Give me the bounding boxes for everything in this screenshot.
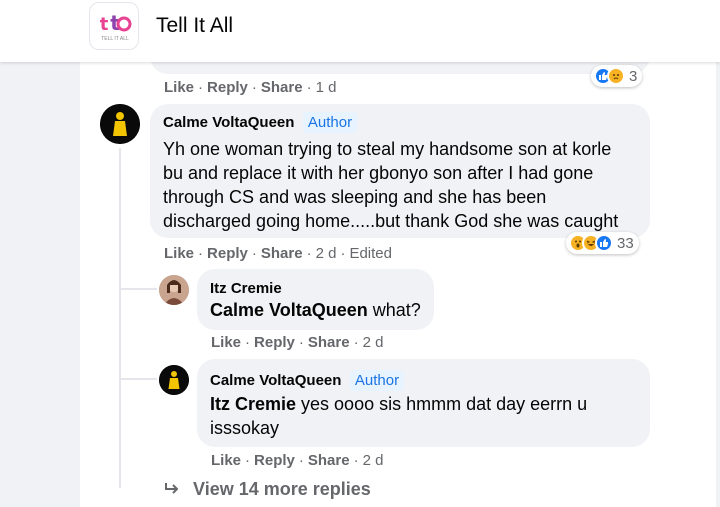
reply-link[interactable]: Reply bbox=[207, 245, 248, 262]
comment-author[interactable]: Calme VoltaQueen bbox=[163, 114, 294, 131]
reply-connector bbox=[119, 378, 157, 380]
mention-link[interactable]: Itz Cremie bbox=[210, 394, 296, 414]
mention-link[interactable]: Calme VoltaQueen bbox=[210, 300, 368, 320]
reply-link[interactable]: Reply bbox=[254, 452, 295, 469]
reply-author[interactable]: Itz Cremie bbox=[210, 280, 282, 297]
share-link[interactable]: Share bbox=[308, 452, 350, 469]
like-link[interactable]: Like bbox=[211, 334, 241, 351]
svg-text:t: t bbox=[100, 14, 109, 35]
reply-link[interactable]: Reply bbox=[207, 79, 248, 96]
comment-actions: Like · Reply · Share · 2 d · Edited bbox=[164, 245, 392, 262]
avatar[interactable] bbox=[100, 104, 140, 144]
reply-bubble: Calme VoltaQueen Author Itz Cremie yes o… bbox=[197, 359, 650, 447]
page-logo[interactable]: t t TELL IT ALL bbox=[89, 2, 139, 50]
reply-actions: Like · Reply · Share · 2 d bbox=[211, 452, 384, 469]
like-icon bbox=[595, 234, 613, 252]
reply-link[interactable]: Reply bbox=[254, 334, 295, 351]
author-badge: Author bbox=[349, 370, 405, 391]
author-badge: Author bbox=[302, 112, 358, 133]
like-link[interactable]: Like bbox=[164, 245, 194, 262]
reply-text: Itz Cremie yes oooo sis hmmm dat day eer… bbox=[210, 394, 588, 438]
timestamp[interactable]: 2 d bbox=[316, 245, 337, 262]
share-link[interactable]: Share bbox=[261, 79, 303, 96]
timestamp[interactable]: 2 d bbox=[363, 452, 384, 469]
share-link[interactable]: Share bbox=[308, 334, 350, 351]
reply-bubble: Itz Cremie Calme VoltaQueen what? bbox=[197, 269, 434, 330]
reaction-summary[interactable]: 3 bbox=[591, 65, 643, 87]
comment-text: Yh one woman trying to steal my handsome… bbox=[163, 139, 619, 231]
view-more-replies-link[interactable]: View 14 more replies bbox=[164, 479, 371, 500]
timestamp[interactable]: 1 d bbox=[316, 79, 337, 96]
avatar[interactable] bbox=[159, 365, 189, 395]
reply-actions: Like · Reply · Share · 2 d bbox=[211, 334, 384, 351]
reaction-summary[interactable]: 33 bbox=[566, 232, 639, 254]
reaction-count: 3 bbox=[629, 67, 638, 85]
edited-label: Edited bbox=[349, 245, 392, 262]
avatar[interactable] bbox=[159, 275, 189, 305]
reply-author[interactable]: Calme VoltaQueen bbox=[210, 372, 341, 389]
comment-actions: Like · Reply · Share · 1 d bbox=[164, 79, 337, 96]
logo-lettering: TELL IT ALL bbox=[101, 36, 129, 42]
reaction-count: 33 bbox=[617, 234, 634, 252]
thread-line bbox=[119, 148, 121, 488]
timestamp[interactable]: 2 d bbox=[363, 334, 384, 351]
like-link[interactable]: Like bbox=[164, 79, 194, 96]
page-title[interactable]: Tell It All bbox=[156, 14, 233, 38]
share-link[interactable]: Share bbox=[261, 245, 303, 262]
reply-text: Calme VoltaQueen what? bbox=[210, 300, 421, 320]
sad-icon bbox=[607, 67, 625, 85]
comment-bubble: Calme VoltaQueen Author Yh one woman try… bbox=[150, 104, 650, 238]
like-link[interactable]: Like bbox=[211, 452, 241, 469]
reply-connector bbox=[119, 288, 157, 290]
page-header: t t TELL IT ALL Tell It All bbox=[0, 0, 720, 62]
reply-arrow-icon bbox=[164, 479, 185, 499]
